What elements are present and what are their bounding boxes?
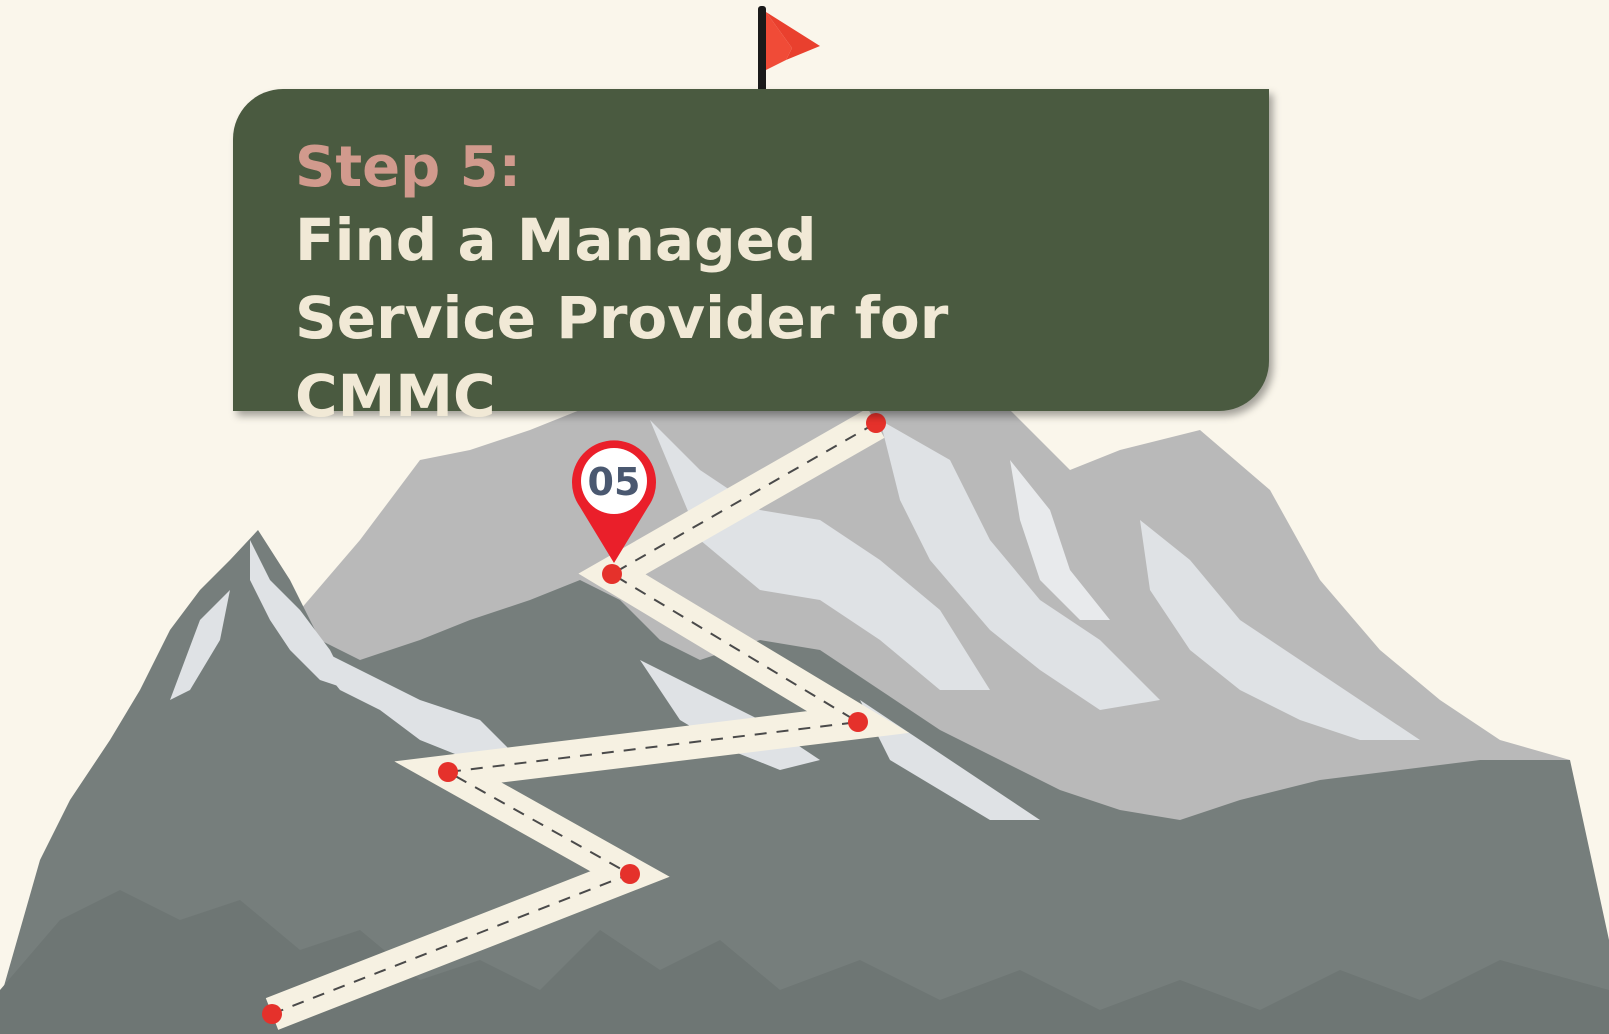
waypoint-4 — [848, 712, 868, 732]
step-label: Step 5: — [295, 135, 522, 200]
step-title-card: Step 5: Find a Managed Service Provider … — [233, 89, 1269, 430]
waypoint-2 — [620, 864, 640, 884]
step-headline: Find a Managed Service Provider for CMMC — [295, 206, 949, 430]
infographic-stage: 05 Step 5: Find a Managed Service Provid… — [0, 0, 1609, 1034]
flag-icon — [758, 6, 820, 96]
waypoint-5 — [602, 564, 622, 584]
pin-number: 05 — [588, 460, 641, 504]
waypoint-3 — [438, 762, 458, 782]
waypoint-1 — [262, 1004, 282, 1024]
